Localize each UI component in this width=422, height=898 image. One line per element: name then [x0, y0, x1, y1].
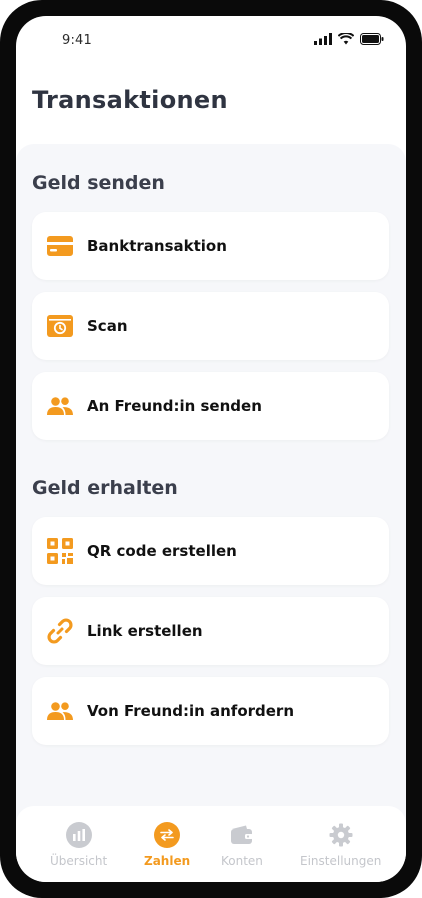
tab-overview-label: Übersicht — [50, 854, 108, 868]
receive-section-title: Geld erhalten — [32, 477, 178, 499]
tab-accounts[interactable]: Konten — [221, 822, 263, 868]
signal-icon — [314, 30, 332, 49]
tab-overview[interactable]: Übersicht — [50, 822, 107, 868]
create-qr-code-label: QR code erstellen — [87, 542, 237, 560]
send-section-title: Geld senden — [32, 172, 165, 194]
bank-transaction-button[interactable]: Banktransaktion — [32, 212, 389, 280]
send-to-friend-label: An Freund:in senden — [87, 397, 262, 415]
tab-payments[interactable]: Zahlen — [144, 822, 190, 868]
link-icon — [46, 617, 74, 645]
status-time: 9:41 — [62, 33, 92, 48]
send-to-friend-button[interactable]: An Freund:in senden — [32, 372, 389, 440]
users-icon — [46, 392, 74, 420]
qr-code-icon — [46, 537, 74, 565]
phone-frame: 9:41 Transaktionen Geld senden Banktrans… — [0, 0, 422, 898]
tab-payments-label: Zahlen — [144, 854, 191, 868]
request-from-friend-label: Von Freund:in anfordern — [87, 702, 295, 720]
screen: 9:41 Transaktionen Geld senden Banktrans… — [16, 16, 406, 882]
tab-settings-label: Einstellungen — [300, 854, 382, 868]
chart-icon — [65, 822, 92, 848]
transfer-icon — [154, 822, 181, 848]
tab-settings[interactable]: Einstellungen — [300, 822, 381, 868]
wallet-icon — [229, 822, 255, 848]
create-qr-code-button[interactable]: QR code erstellen — [32, 517, 389, 585]
scan-button[interactable]: Scan — [32, 292, 389, 360]
status-icons — [314, 30, 384, 49]
page-title: Transaktionen — [32, 86, 228, 114]
scan-icon — [46, 312, 74, 340]
request-from-friend-button[interactable]: Von Freund:in anfordern — [32, 677, 389, 745]
credit-card-icon — [46, 232, 74, 260]
scan-label: Scan — [87, 317, 128, 335]
wifi-icon — [337, 30, 355, 49]
bottom-tab-bar: Übersicht Zahlen Konten Einstellungen — [16, 806, 406, 882]
tab-accounts-label: Konten — [221, 854, 263, 868]
users-icon — [46, 697, 74, 725]
battery-icon — [360, 30, 384, 49]
status-bar: 9:41 — [16, 16, 406, 64]
gear-icon — [328, 822, 354, 848]
transactions-panel: Geld senden Banktransaktion Scan An Freu… — [16, 144, 406, 844]
create-link-label: Link erstellen — [87, 622, 203, 640]
create-link-button[interactable]: Link erstellen — [32, 597, 389, 665]
bank-transaction-label: Banktransaktion — [87, 237, 227, 255]
